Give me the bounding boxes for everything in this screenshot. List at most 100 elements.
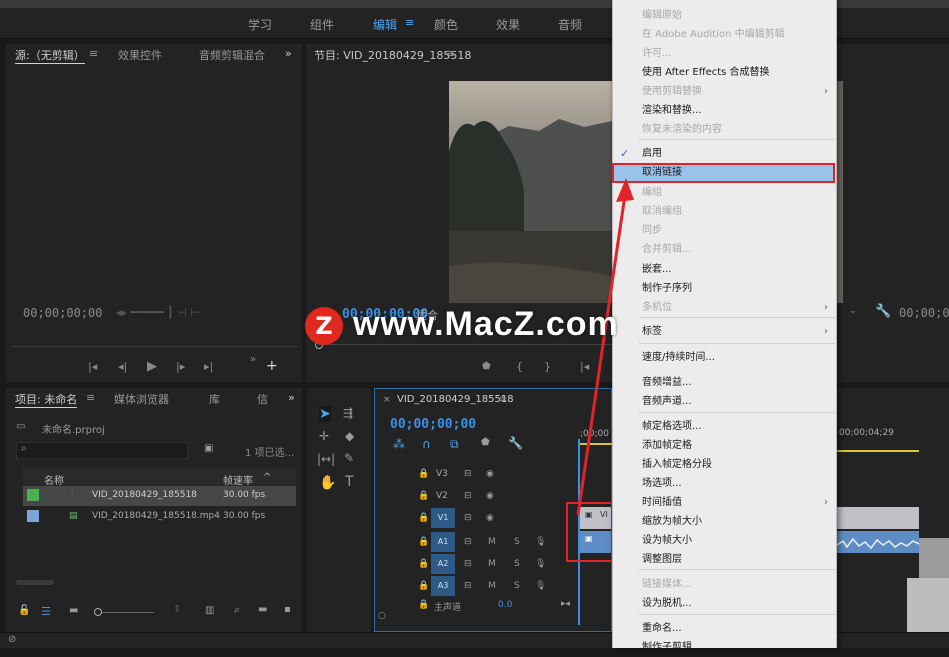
wrench-icon[interactable]: 🔧 bbox=[875, 304, 891, 319]
lock-icon[interactable]: 🔓 bbox=[18, 605, 30, 616]
menu-item[interactable]: 启用 ✓ bbox=[613, 144, 836, 163]
new-bin-icon[interactable]: ▬ bbox=[258, 604, 267, 615]
list-view-icon[interactable]: ☰ bbox=[41, 605, 51, 618]
tab-libraries[interactable]: 库 bbox=[209, 391, 220, 407]
zoom-slider[interactable] bbox=[102, 612, 154, 613]
menu-item[interactable]: 使用 After Effects 合成替换 bbox=[613, 63, 836, 82]
selection-tool-icon[interactable]: ➤ bbox=[319, 406, 331, 422]
tab-source[interactable]: 源:（无剪辑） bbox=[15, 47, 85, 64]
menu-item[interactable]: 渲染和替换... bbox=[613, 101, 836, 120]
razor-tool-icon[interactable]: ◆ bbox=[345, 429, 354, 443]
menu-item[interactable]: 设为帧大小 bbox=[613, 531, 836, 550]
mark-in-icon[interactable]: { bbox=[516, 360, 523, 373]
sync-lock-icon[interactable]: ⊟ bbox=[464, 581, 472, 591]
sequence-tab[interactable]: VID_20180429_185518 bbox=[397, 394, 514, 405]
work-area-bar[interactable] bbox=[837, 450, 919, 452]
mark-out-icon[interactable]: } bbox=[544, 360, 551, 373]
sync-lock-icon[interactable]: ⊟ bbox=[464, 537, 472, 547]
label-color-swatch[interactable] bbox=[27, 510, 39, 522]
lock-icon[interactable]: 🔒 bbox=[418, 600, 429, 610]
menu-item[interactable]: 重命名... bbox=[613, 619, 836, 638]
ripple-edit-tool-icon[interactable]: ✛ bbox=[319, 429, 329, 443]
overflow-chevron-icon[interactable]: » bbox=[285, 47, 292, 60]
tab-project[interactable]: 项目: 未命名 bbox=[15, 391, 78, 408]
master-volume-value[interactable]: 0.0 bbox=[498, 600, 512, 610]
horizontal-scrollbar[interactable] bbox=[16, 580, 54, 585]
workspace-tab-audio[interactable]: 音频 bbox=[558, 16, 582, 33]
wrench-icon[interactable]: 🔧 bbox=[508, 436, 523, 450]
microphone-icon[interactable]: 🎙 bbox=[535, 537, 546, 547]
nest-icon[interactable]: ⁂ bbox=[393, 437, 405, 451]
add-button-icon[interactable]: + bbox=[266, 358, 278, 374]
eye-icon[interactable]: ◉ bbox=[486, 469, 494, 479]
mute-button[interactable]: M bbox=[488, 581, 496, 591]
hamburger-icon[interactable]: ≡ bbox=[86, 391, 95, 404]
microphone-icon[interactable]: 🎙 bbox=[535, 581, 546, 591]
track-select-tool-icon[interactable]: ⇶ bbox=[343, 406, 353, 420]
fps-column-header[interactable]: 帧速率 bbox=[223, 472, 253, 487]
new-item-icon[interactable]: ▪ bbox=[284, 604, 291, 615]
type-tool-icon[interactable]: T bbox=[345, 474, 354, 490]
overflow-chevron-icon[interactable]: » bbox=[250, 354, 256, 365]
mark-out-icon[interactable]: ▸| bbox=[204, 360, 213, 373]
solo-button[interactable]: S bbox=[514, 559, 520, 569]
step-forward-icon[interactable]: |▸ bbox=[176, 360, 185, 373]
sort-icon[interactable]: ⇕ bbox=[173, 604, 181, 615]
lock-icon[interactable]: 🔒 bbox=[418, 469, 429, 479]
lock-icon[interactable]: 🔒 bbox=[418, 513, 429, 523]
hamburger-icon[interactable]: ≡ bbox=[446, 47, 455, 60]
workspace-tab-assembly[interactable]: 组件 bbox=[310, 16, 334, 33]
pen-tool-icon[interactable]: ✎ bbox=[344, 451, 354, 465]
hamburger-icon[interactable]: ≡ bbox=[405, 16, 414, 29]
sync-lock-icon[interactable]: ⊟ bbox=[464, 513, 472, 523]
workspace-tab-color[interactable]: 颜色 bbox=[434, 16, 458, 33]
mark-in-icon[interactable]: |◂ bbox=[88, 360, 97, 373]
project-item-row[interactable]: ⫶ VID_20180429_185518 30.00 fps bbox=[23, 486, 296, 506]
lock-icon[interactable]: 🔒 bbox=[418, 491, 429, 501]
name-column-header[interactable]: 名称 bbox=[44, 472, 64, 487]
sync-lock-icon[interactable]: ⊟ bbox=[464, 559, 472, 569]
play-icon[interactable]: ▶ bbox=[147, 359, 157, 374]
zoom-slider-handle[interactable] bbox=[94, 608, 102, 616]
close-icon[interactable]: × bbox=[383, 395, 391, 405]
tab-info[interactable]: 信 bbox=[257, 391, 268, 407]
tab-audio-clip-mixer[interactable]: 音频剪辑混合 bbox=[199, 47, 271, 63]
solo-button[interactable]: S bbox=[514, 537, 520, 547]
timeline-timecode[interactable]: 00;00;00;00 bbox=[390, 417, 476, 432]
sort-ascending-icon[interactable]: ^ bbox=[263, 472, 271, 483]
menu-item[interactable]: 设为脱机... bbox=[613, 594, 836, 613]
label-color-swatch[interactable] bbox=[27, 489, 39, 501]
hamburger-icon[interactable]: ≡ bbox=[499, 394, 507, 405]
source-timecode[interactable]: 00;00;00;00 bbox=[23, 306, 102, 320]
automate-icon[interactable]: ▥ bbox=[205, 605, 214, 616]
search-input[interactable]: ⌕ bbox=[16, 442, 188, 459]
eye-icon[interactable]: ◉ bbox=[486, 513, 494, 523]
tab-effect-controls[interactable]: 效果控件 bbox=[118, 47, 162, 63]
icon-view-icon[interactable]: ▬ bbox=[69, 605, 78, 616]
workspace-tab-effects[interactable]: 效果 bbox=[496, 16, 520, 33]
lock-icon[interactable]: 🔒 bbox=[418, 581, 429, 591]
hamburger-icon[interactable]: ≡ bbox=[89, 47, 98, 60]
menu-item[interactable]: 调整图层 bbox=[613, 550, 836, 569]
project-item-row[interactable]: ▤ VID_20180429_185518.mp4 30.00 fps bbox=[23, 507, 296, 527]
chevron-down-icon[interactable]: ⌄ bbox=[849, 306, 857, 316]
microphone-icon[interactable]: 🎙 bbox=[535, 559, 546, 569]
audio-clip-continuation[interactable] bbox=[836, 531, 920, 553]
snap-icon[interactable]: ∩ bbox=[422, 437, 431, 451]
new-bin-icon[interactable]: ▣ bbox=[204, 443, 213, 454]
workspace-tab-editing[interactable]: 编辑 bbox=[373, 16, 397, 33]
tab-media-browser[interactable]: 媒体浏览器 bbox=[114, 391, 169, 407]
find-icon[interactable]: ⌕ bbox=[234, 603, 240, 617]
step-back-icon[interactable]: ◂| bbox=[118, 360, 127, 373]
hand-tool-icon[interactable]: ✋ bbox=[319, 475, 336, 491]
video-clip-continuation[interactable] bbox=[837, 507, 919, 529]
eye-icon[interactable]: ◉ bbox=[486, 491, 494, 501]
sync-lock-icon[interactable]: ⊟ bbox=[464, 491, 472, 501]
solo-button[interactable]: S bbox=[514, 581, 520, 591]
lock-icon[interactable]: 🔒 bbox=[418, 537, 429, 547]
mute-button[interactable]: M bbox=[488, 559, 496, 569]
workspace-tab-learn[interactable]: 学习 bbox=[248, 16, 272, 33]
slip-tool-icon[interactable]: |↔| bbox=[317, 452, 335, 466]
overflow-chevron-icon[interactable]: » bbox=[288, 391, 295, 404]
linked-selection-icon[interactable]: ⧉ bbox=[450, 437, 459, 452]
